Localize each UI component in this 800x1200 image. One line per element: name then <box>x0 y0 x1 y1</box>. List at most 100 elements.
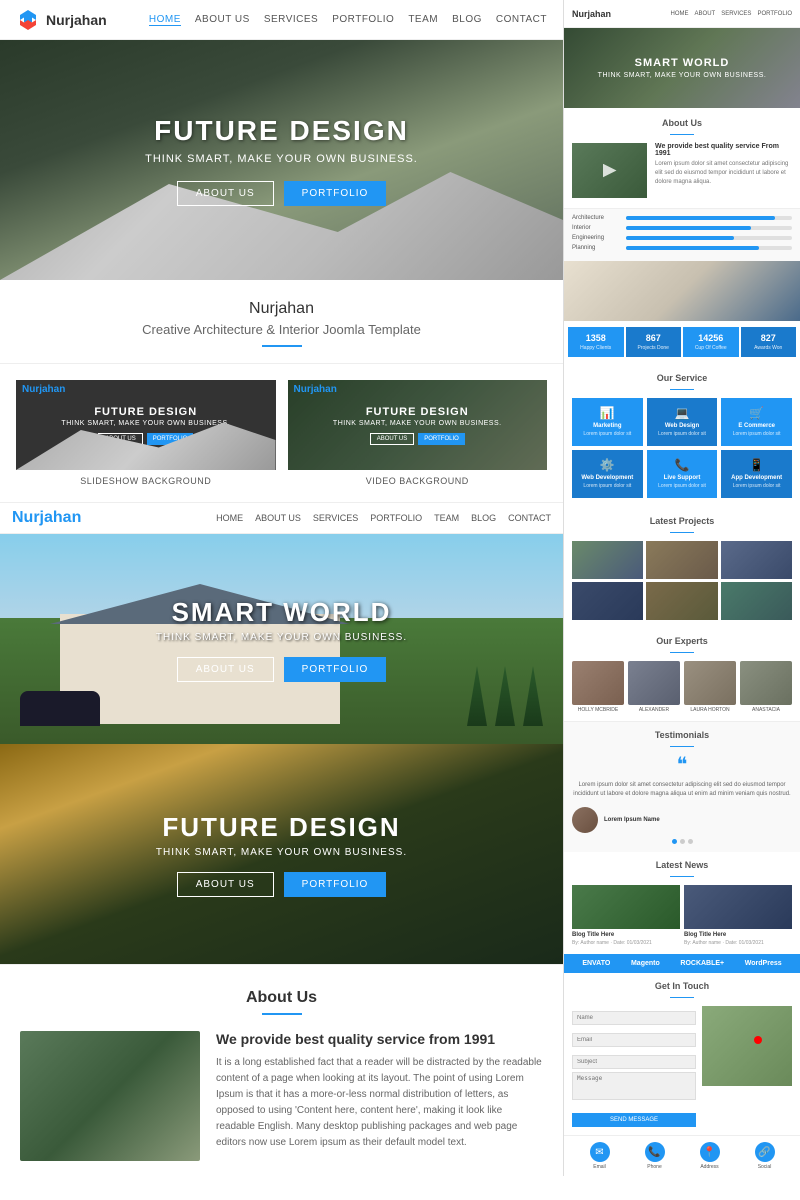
rp-news-title: Latest News <box>572 860 792 870</box>
rp-nav-home: HOME <box>671 11 689 17</box>
rp-project-3[interactable] <box>721 541 792 579</box>
rp-footer-icon-1[interactable]: ✉ Email <box>590 1142 610 1170</box>
rp-project-6[interactable] <box>721 582 792 620</box>
rp-service-icon-3: 🛒 <box>725 406 788 420</box>
nav2-blog[interactable]: BLOG <box>471 513 496 523</box>
rp-footer-label-4: Social <box>755 1164 775 1170</box>
rp-counter-label-2: Projects Done <box>628 345 680 351</box>
rp-service-name-2: Web Design <box>651 423 714 429</box>
rp-about-title: About Us <box>572 118 792 128</box>
rp-subject-input[interactable] <box>572 1055 696 1069</box>
preview-card-sub-1: THINK SMART, MAKE YOUR OWN BUSINESS. <box>61 420 230 427</box>
rp-service-6[interactable]: 📱 App Development Lorem ipsum dolor sit <box>721 450 792 498</box>
about-title: About Us <box>20 989 543 1007</box>
nav-blog[interactable]: BLOG <box>452 14 482 26</box>
rp-dot-1[interactable] <box>672 839 677 844</box>
preview-btn-about-2[interactable]: ABOUT US <box>370 433 415 445</box>
rp-email-input[interactable] <box>572 1033 696 1047</box>
rp-news-img-2[interactable] <box>684 885 792 929</box>
rp-project-4[interactable] <box>572 582 643 620</box>
rp-news-img-1[interactable] <box>572 885 680 929</box>
rp-footer-icon-3[interactable]: 📍 Address <box>700 1142 720 1170</box>
rp-counter-num-2: 867 <box>628 333 680 343</box>
rp-service-name-6: App Development <box>725 475 788 481</box>
rp-project-2[interactable] <box>646 541 717 579</box>
rp-news-divider <box>670 876 694 877</box>
nav-logo[interactable]: Nurjahan <box>16 8 107 32</box>
rp-bar-fill-3 <box>626 236 734 240</box>
rp-service-5[interactable]: 📞 Live Support Lorem ipsum dolor sit <box>647 450 718 498</box>
hero2-btn-portfolio[interactable]: PORTFOLIO <box>284 657 387 682</box>
nav-links: HOME ABOUT US SERVICES PORTFOLIO TEAM BL… <box>149 14 547 26</box>
rp-counter-num-4: 827 <box>743 333 795 343</box>
rp-dot-3[interactable] <box>688 839 693 844</box>
rp-testimonials: Testimonials ❝ Lorem ipsum dolor sit ame… <box>564 721 800 852</box>
rp-projects: Latest Projects <box>564 508 800 628</box>
rp-dot-2[interactable] <box>680 839 685 844</box>
hero-btn-about-1[interactable]: ABOUT US <box>177 181 274 206</box>
nav2-about[interactable]: ABOUT US <box>255 513 301 523</box>
rp-footer-label-1: Email <box>590 1164 610 1170</box>
rp-partner-1: ENVATO <box>582 960 610 967</box>
rp-nav-services: SERVICES <box>721 11 751 17</box>
card-logo-1: Nurjahan <box>22 384 65 395</box>
rp-hero-content: SMART WORLD THINK SMART, MAKE YOUR OWN B… <box>564 28 800 108</box>
rp-email-icon: ✉ <box>590 1142 610 1162</box>
about-section: About Us We provide best quality service… <box>0 964 563 1177</box>
rp-project-1[interactable] <box>572 541 643 579</box>
hero-btn-portfolio-1[interactable]: PORTFOLIO <box>284 181 387 206</box>
hero2-buttons: ABOUT US PORTFOLIO <box>177 657 387 682</box>
rp-experts-divider <box>670 652 694 653</box>
rp-service-4[interactable]: ⚙️ Web Development Lorem ipsum dolor sit <box>572 450 643 498</box>
nav-about[interactable]: ABOUT US <box>195 14 250 26</box>
rp-footer-icon-4[interactable]: 🔗 Social <box>755 1142 775 1170</box>
nav2-team[interactable]: TEAM <box>434 513 459 523</box>
intro-tagline: Creative Architecture & Interior Joomla … <box>16 322 547 337</box>
hero3-btn-portfolio[interactable]: PORTFOLIO <box>284 872 387 897</box>
rp-service-1[interactable]: 📊 Marketing Lorem ipsum dolor sit <box>572 398 643 446</box>
rp-expert-name-3: LAURA HORTON <box>684 707 736 713</box>
nav2-home[interactable]: HOME <box>216 513 243 523</box>
rp-testimonials-divider <box>670 746 694 747</box>
rp-stats-bars: Architecture Interior Engineering Planni… <box>564 208 800 261</box>
rp-bar-label-2: Interior <box>572 225 622 231</box>
rp-project-5[interactable] <box>646 582 717 620</box>
nav2-logo[interactable]: Nurjahan <box>12 509 81 527</box>
nav2-contact[interactable]: CONTACT <box>508 513 551 523</box>
rp-map <box>702 1006 792 1086</box>
rp-bar-track-2 <box>626 226 792 230</box>
nav2-services[interactable]: SERVICES <box>313 513 358 523</box>
nav-home[interactable]: HOME <box>149 14 181 26</box>
rp-news-item-1: Blog Title Here By: Author name · Date: … <box>572 885 680 946</box>
hero3-btn-about[interactable]: ABOUT US <box>177 872 274 897</box>
rp-about-divider <box>670 134 694 135</box>
rp-partner-3: ROCKABLE+ <box>680 960 724 967</box>
rp-about-video[interactable] <box>572 143 647 198</box>
preview-card-sub-2: THINK SMART, MAKE YOUR OWN BUSINESS. <box>333 420 502 427</box>
rp-projects-divider <box>670 532 694 533</box>
rp-about-paragraph: Lorem ipsum dolor sit amet consectetur a… <box>655 160 792 187</box>
rp-service-2[interactable]: 💻 Web Design Lorem ipsum dolor sit <box>647 398 718 446</box>
rp-name-input[interactable] <box>572 1011 696 1025</box>
rp-counter-label-1: Happy Clients <box>570 345 622 351</box>
nav2-portfolio[interactable]: PORTFOLIO <box>370 513 422 523</box>
nav-portfolio[interactable]: PORTFOLIO <box>332 14 394 26</box>
rp-footer-icons: ✉ Email 📞 Phone 📍 Address 🔗 Social <box>564 1135 800 1176</box>
rp-bar-4: Planning <box>572 245 792 251</box>
rp-footer-icon-2[interactable]: 📞 Phone <box>645 1142 665 1170</box>
card-logo-2: Nurjahan <box>294 384 337 395</box>
nav-contact[interactable]: CONTACT <box>496 14 547 26</box>
rp-expert-name-4: ANASTACIA <box>740 707 792 713</box>
nav-services[interactable]: SERVICES <box>264 14 318 26</box>
rp-bar-track-1 <box>626 216 792 220</box>
preview-card-title-2: FUTURE DESIGN <box>366 406 469 418</box>
rp-news: Latest News Blog Title Here By: Author n… <box>564 852 800 954</box>
rp-message-input[interactable] <box>572 1072 696 1100</box>
rp-submit-btn[interactable]: SEND MESSAGE <box>572 1113 696 1127</box>
rp-about-heading: We provide best quality service From 199… <box>655 143 792 157</box>
preview-btn-portfolio-2[interactable]: PORTFOLIO <box>418 433 465 445</box>
hero2-btn-about[interactable]: ABOUT US <box>177 657 274 682</box>
nav-team[interactable]: TEAM <box>408 14 438 26</box>
hero-section-3: FUTURE DESIGN THINK SMART, MAKE YOUR OWN… <box>0 744 563 964</box>
rp-service-3[interactable]: 🛒 E Commerce Lorem ipsum dolor sit <box>721 398 792 446</box>
